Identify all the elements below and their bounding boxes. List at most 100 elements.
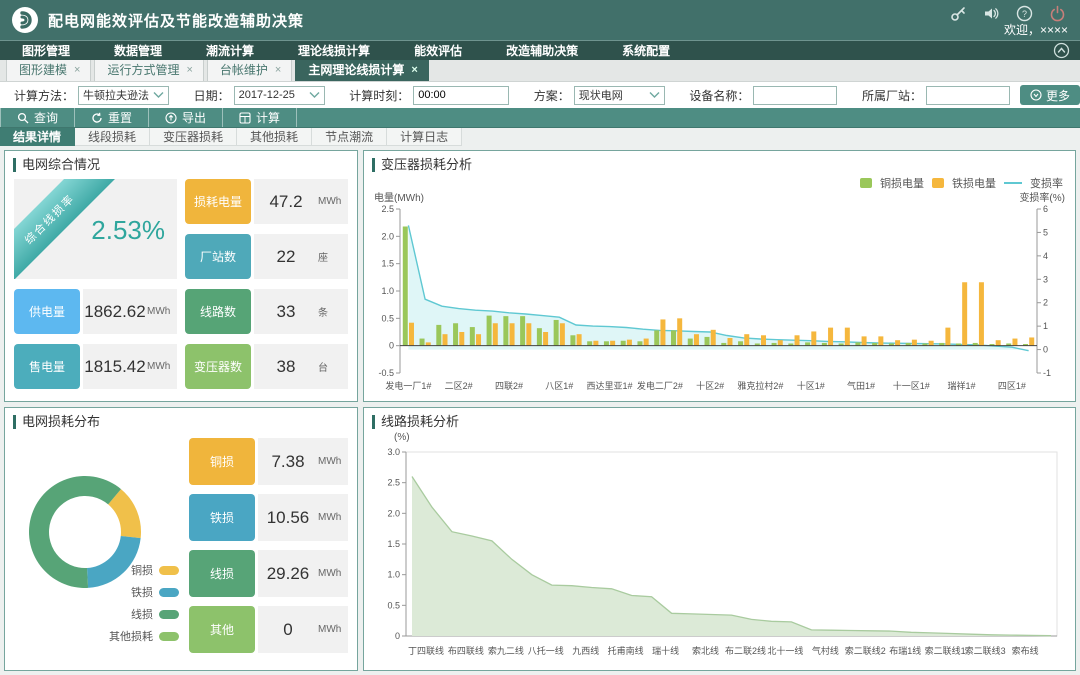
subtab-other-loss[interactable]: 其他损耗 xyxy=(237,128,312,146)
search-icon xyxy=(17,112,29,124)
tab-graphic-modeling[interactable]: 图形建模 × xyxy=(6,57,91,81)
svg-text:十一区1#: 十一区1# xyxy=(893,380,930,391)
donut-legend-other-swatch xyxy=(159,632,179,641)
calculate-button[interactable]: 计算 xyxy=(222,108,297,127)
station-input[interactable] xyxy=(926,86,1010,105)
calc-time-input[interactable] xyxy=(413,86,509,105)
loss-distribution-title: 电网损耗分布 xyxy=(13,415,349,429)
station-count-stat: 厂站数 22座 xyxy=(185,234,348,279)
other-loss-stat: 其他 0MWh xyxy=(189,606,348,653)
tab-close-icon[interactable]: × xyxy=(411,64,417,76)
menu-theoretical-line-loss[interactable]: 理论线损计算 xyxy=(276,42,392,59)
menu-power-flow[interactable]: 潮流计算 xyxy=(184,42,276,59)
tab-main-grid-line-loss[interactable]: 主网理论线损计算 × xyxy=(295,57,428,81)
date-value: 2017-12-25 xyxy=(239,89,309,101)
subtab-node-flow[interactable]: 节点潮流 xyxy=(312,128,387,146)
circle-down-icon xyxy=(1030,89,1042,101)
app-header: 配电网能效评估及节能改造辅助决策 ? 欢迎，×××× xyxy=(0,0,1080,40)
key-icon[interactable] xyxy=(950,5,967,22)
subtab-transformer-loss[interactable]: 变压器损耗 xyxy=(150,128,237,146)
tab-close-icon[interactable]: × xyxy=(74,64,80,76)
percent-axis-name: (%) xyxy=(394,432,410,443)
query-label: 查询 xyxy=(34,109,58,126)
power-icon[interactable] xyxy=(1049,5,1066,22)
subtab-segment-loss[interactable]: 线段损耗 xyxy=(75,128,150,146)
subtab-calc-log[interactable]: 计算日志 xyxy=(387,128,462,146)
collapse-up-icon[interactable] xyxy=(1053,42,1070,62)
copper-loss-stat: 铜损 7.38MWh xyxy=(189,438,348,485)
result-subtabs: 结果详情 线段损耗 变压器损耗 其他损耗 节点潮流 计算日志 xyxy=(0,128,1080,146)
export-button[interactable]: 导出 xyxy=(148,108,222,127)
menu-graphic-management[interactable]: 图形管理 xyxy=(0,42,92,59)
stat-unit: 座 xyxy=(318,249,348,264)
app-logo xyxy=(12,7,38,33)
stat-value: 47.2 xyxy=(254,192,318,212)
logo-icon xyxy=(15,10,35,30)
legend-copper-label: 铜损电量 xyxy=(880,175,924,191)
calc-time-label: 计算时刻： xyxy=(349,87,409,104)
date-select[interactable]: 2017-12-25 xyxy=(234,86,325,105)
help-icon[interactable]: ? xyxy=(1016,5,1033,22)
stat-label: 售电量 xyxy=(14,344,80,389)
grid-overview-title: 电网综合情况 xyxy=(13,158,349,172)
stat-unit: MWh xyxy=(318,456,348,467)
tab-ledger-maintenance[interactable]: 台帐维护 × xyxy=(207,57,292,81)
stat-unit: MWh xyxy=(318,196,348,207)
filter-bar: 计算方法： 牛顿拉夫逊法 日期： 2017-12-25 计算时刻： 方案： 现状… xyxy=(0,82,1080,108)
dashboard-content: 电网综合情况 综合线损率 2.53% 供电量 1862.62MWh 售电量 18… xyxy=(0,146,1080,675)
refresh-icon xyxy=(91,112,103,124)
tab-close-icon[interactable]: × xyxy=(275,64,281,76)
plan-select[interactable]: 现状电网 xyxy=(574,86,665,105)
main-menu: 图形管理 数据管理 潮流计算 理论线损计算 能效评估 改造辅助决策 系统配置 xyxy=(0,40,1080,60)
more-button-label: 更多 xyxy=(1046,87,1070,104)
donut-legend-line: 线损 xyxy=(131,606,153,622)
query-button[interactable]: 查询 xyxy=(0,108,74,127)
svg-text:2.5: 2.5 xyxy=(387,478,400,488)
stat-unit: MWh xyxy=(147,306,177,317)
calc-method-select[interactable]: 牛顿拉夫逊法 xyxy=(78,86,169,105)
welcome-text: 欢迎，×××× xyxy=(1004,21,1068,38)
svg-text:3: 3 xyxy=(1043,274,1048,284)
loss-energy-stat: 损耗电量 47.2MWh xyxy=(185,179,348,224)
tab-close-icon[interactable]: × xyxy=(186,64,192,76)
line-loss-chart: 3.02.52.01.51.00.50丁四联线布四联线索九二线八托一线九西线托甫… xyxy=(366,446,1073,668)
stat-label: 铁损 xyxy=(189,494,255,541)
svg-text:1.5: 1.5 xyxy=(387,539,400,549)
stat-value: 0 xyxy=(258,620,318,640)
tab-operation-mode[interactable]: 运行方式管理 × xyxy=(94,57,203,81)
action-bar: 查询 重置 导出 计算 xyxy=(0,108,1080,128)
svg-text:索布线: 索布线 xyxy=(1012,645,1039,656)
svg-text:-1: -1 xyxy=(1043,368,1051,378)
reset-button[interactable]: 重置 xyxy=(74,108,148,127)
legend-iron-label: 铁损电量 xyxy=(952,175,996,191)
device-name-input[interactable] xyxy=(753,86,837,105)
stat-label: 损耗电量 xyxy=(185,179,251,224)
stat-unit: MWh xyxy=(318,512,348,523)
line-loss-title: 线路损耗分析 xyxy=(372,415,1067,429)
svg-text:0.5: 0.5 xyxy=(381,313,394,323)
menu-renovation-decision[interactable]: 改造辅助决策 xyxy=(484,42,600,59)
svg-text:气田1#: 气田1# xyxy=(847,380,875,391)
svg-text:1.0: 1.0 xyxy=(387,570,400,580)
sound-icon[interactable] xyxy=(983,5,1000,22)
menu-efficiency-evaluation[interactable]: 能效评估 xyxy=(392,42,484,59)
svg-text:瑞十线: 瑞十线 xyxy=(652,645,679,656)
svg-text:瑞祥1#: 瑞祥1# xyxy=(948,380,976,391)
subtab-result-detail[interactable]: 结果详情 xyxy=(0,128,75,146)
stat-unit: MWh xyxy=(147,361,177,372)
menu-data-management[interactable]: 数据管理 xyxy=(92,42,184,59)
reset-label: 重置 xyxy=(108,109,132,126)
svg-text:索二联线1: 索二联线1 xyxy=(925,645,966,656)
stat-unit: MWh xyxy=(318,568,348,579)
stat-value: 29.26 xyxy=(258,564,318,584)
iron-loss-stat: 铁损 10.56MWh xyxy=(189,494,348,541)
line-count-stat: 线路数 33条 xyxy=(185,289,348,334)
export-label: 导出 xyxy=(182,109,206,126)
chevron-down-icon xyxy=(153,91,164,99)
stat-value: 38 xyxy=(254,357,318,377)
donut-legend-line-swatch xyxy=(159,610,179,619)
stat-value: 33 xyxy=(254,302,318,322)
stat-unit: MWh xyxy=(318,624,348,635)
menu-system-config[interactable]: 系统配置 xyxy=(600,42,692,59)
more-button[interactable]: 更多 xyxy=(1020,85,1080,105)
